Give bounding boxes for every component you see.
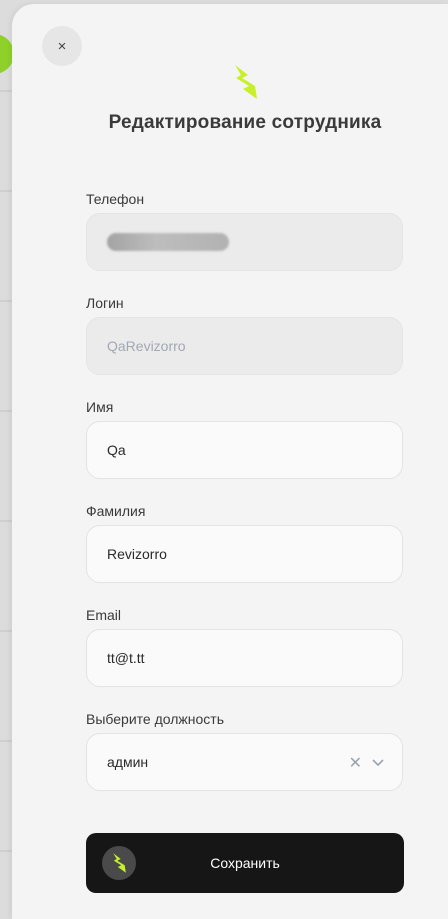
first-name-field[interactable] — [86, 421, 403, 479]
login-value: QaRevizorro — [107, 338, 186, 354]
lightning-bolt-icon — [235, 65, 257, 99]
save-button[interactable]: Сохранить — [86, 833, 404, 893]
position-selected-value: админ — [107, 754, 149, 770]
login-field: QaRevizorro — [86, 317, 403, 375]
first-name-input[interactable] — [107, 442, 382, 458]
redacted-phone-value — [107, 233, 229, 251]
last-name-label: Фамилия — [86, 503, 146, 519]
save-button-badge — [102, 846, 136, 880]
close-icon: × — [57, 37, 67, 55]
chevron-down-icon[interactable] — [372, 759, 384, 767]
save-button-label: Сохранить — [210, 855, 280, 871]
page-title: Редактирование сотрудника — [108, 112, 382, 133]
email-input[interactable] — [107, 650, 382, 666]
phone-label: Телефон — [86, 191, 145, 207]
edit-employee-panel: × Редактирование сотрудника Телефон Логи… — [12, 4, 448, 919]
email-field[interactable] — [86, 629, 403, 687]
login-label: Логин — [86, 295, 124, 311]
lightning-bolt-icon — [113, 853, 126, 873]
position-label: Выберите должность — [86, 711, 224, 727]
close-button[interactable]: × — [42, 26, 82, 66]
position-select[interactable]: админ ✕ — [86, 733, 403, 791]
email-label: Email — [86, 607, 122, 623]
phone-field — [86, 213, 403, 271]
clear-icon[interactable]: ✕ — [349, 753, 362, 773]
last-name-input[interactable] — [107, 546, 382, 562]
select-controls: ✕ — [349, 734, 384, 792]
first-name-label: Имя — [86, 399, 114, 415]
last-name-field[interactable] — [86, 525, 403, 583]
